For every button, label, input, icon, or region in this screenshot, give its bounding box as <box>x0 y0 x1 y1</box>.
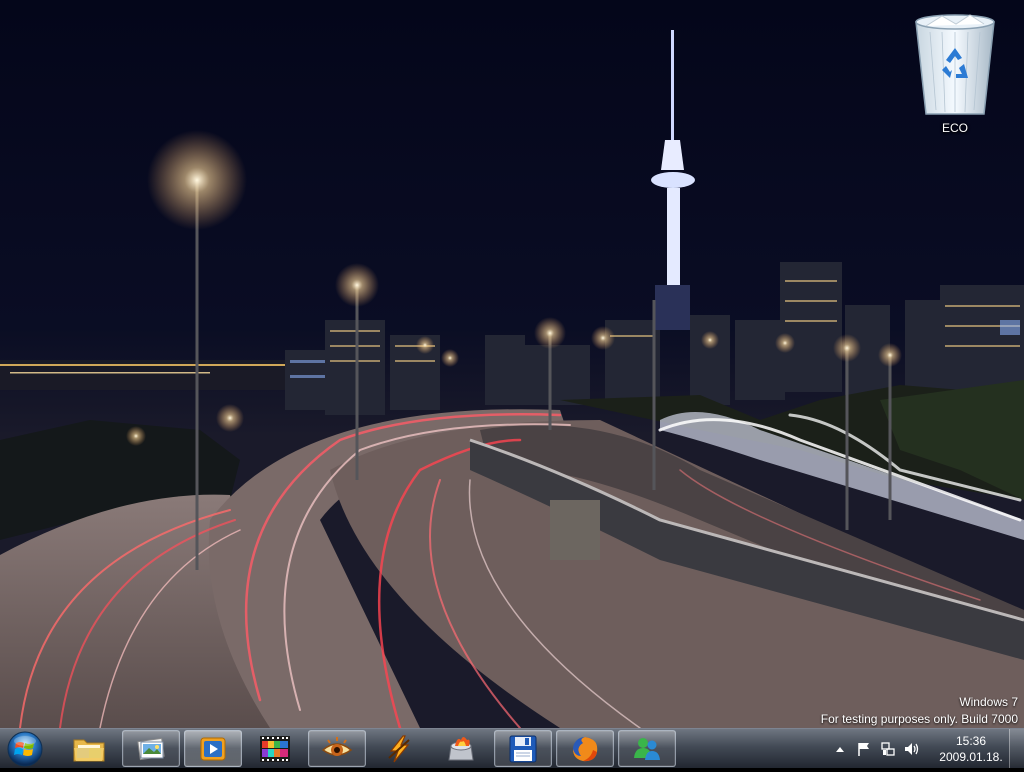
clock-time: 15:36 <box>955 734 987 748</box>
taskbar-button-lightning-app[interactable] <box>370 730 428 767</box>
taskbar-button-disc-burner[interactable] <box>432 730 490 767</box>
desktop-icon-recycle-bin[interactable]: ECO <box>906 12 1004 146</box>
desktop-icon-label: ECO <box>941 121 968 135</box>
start-button[interactable] <box>3 730 49 768</box>
windows-orb-icon <box>7 731 43 767</box>
taskbar-button-eye-app[interactable] <box>308 730 366 767</box>
film-strip-icon <box>260 735 290 762</box>
eye-app-icon <box>321 736 353 756</box>
taskbar-button-firefox[interactable] <box>556 730 614 767</box>
explorer-folder-icon <box>73 739 105 761</box>
recycle-bin-icon <box>915 14 995 115</box>
floppy-disk-icon <box>509 735 537 762</box>
network-icon[interactable] <box>878 739 898 759</box>
taskbar-clock[interactable]: 15:36 2009.01.18. <box>936 733 1006 765</box>
watermark-edition: Windows 7 <box>959 695 1018 709</box>
lightning-app-icon <box>388 734 410 762</box>
messenger-icon <box>634 737 660 760</box>
action-center-flag-icon[interactable] <box>854 739 874 759</box>
os-watermark: Windows 7 For testing purposes only. Bui… <box>821 694 1018 728</box>
show-desktop-button[interactable] <box>1009 729 1024 768</box>
show-hidden-icons-arrow[interactable] <box>830 739 850 759</box>
media-player-icon <box>200 737 226 760</box>
taskbar: 15:36 2009.01.18. <box>0 728 1024 768</box>
volume-icon[interactable] <box>902 739 922 759</box>
taskbar-button-picture-viewer[interactable] <box>122 730 180 767</box>
taskbar-button-save-tool[interactable] <box>494 730 552 767</box>
taskbar-button-explorer[interactable] <box>60 730 118 767</box>
watermark-build: For testing purposes only. Build 7000 <box>820 712 1018 726</box>
taskbar-button-media-player[interactable] <box>184 730 242 767</box>
firefox-icon <box>573 736 598 761</box>
disc-burner-icon <box>448 736 474 760</box>
taskbar-button-film-strip[interactable] <box>246 730 304 767</box>
picture-viewer-icon <box>137 737 165 760</box>
clock-date: 2009.01.18. <box>939 750 1003 764</box>
taskbar-button-messenger[interactable] <box>618 730 676 767</box>
notification-area: 15:36 2009.01.18. <box>826 729 1006 769</box>
desktop-wallpaper <box>0 0 1024 728</box>
